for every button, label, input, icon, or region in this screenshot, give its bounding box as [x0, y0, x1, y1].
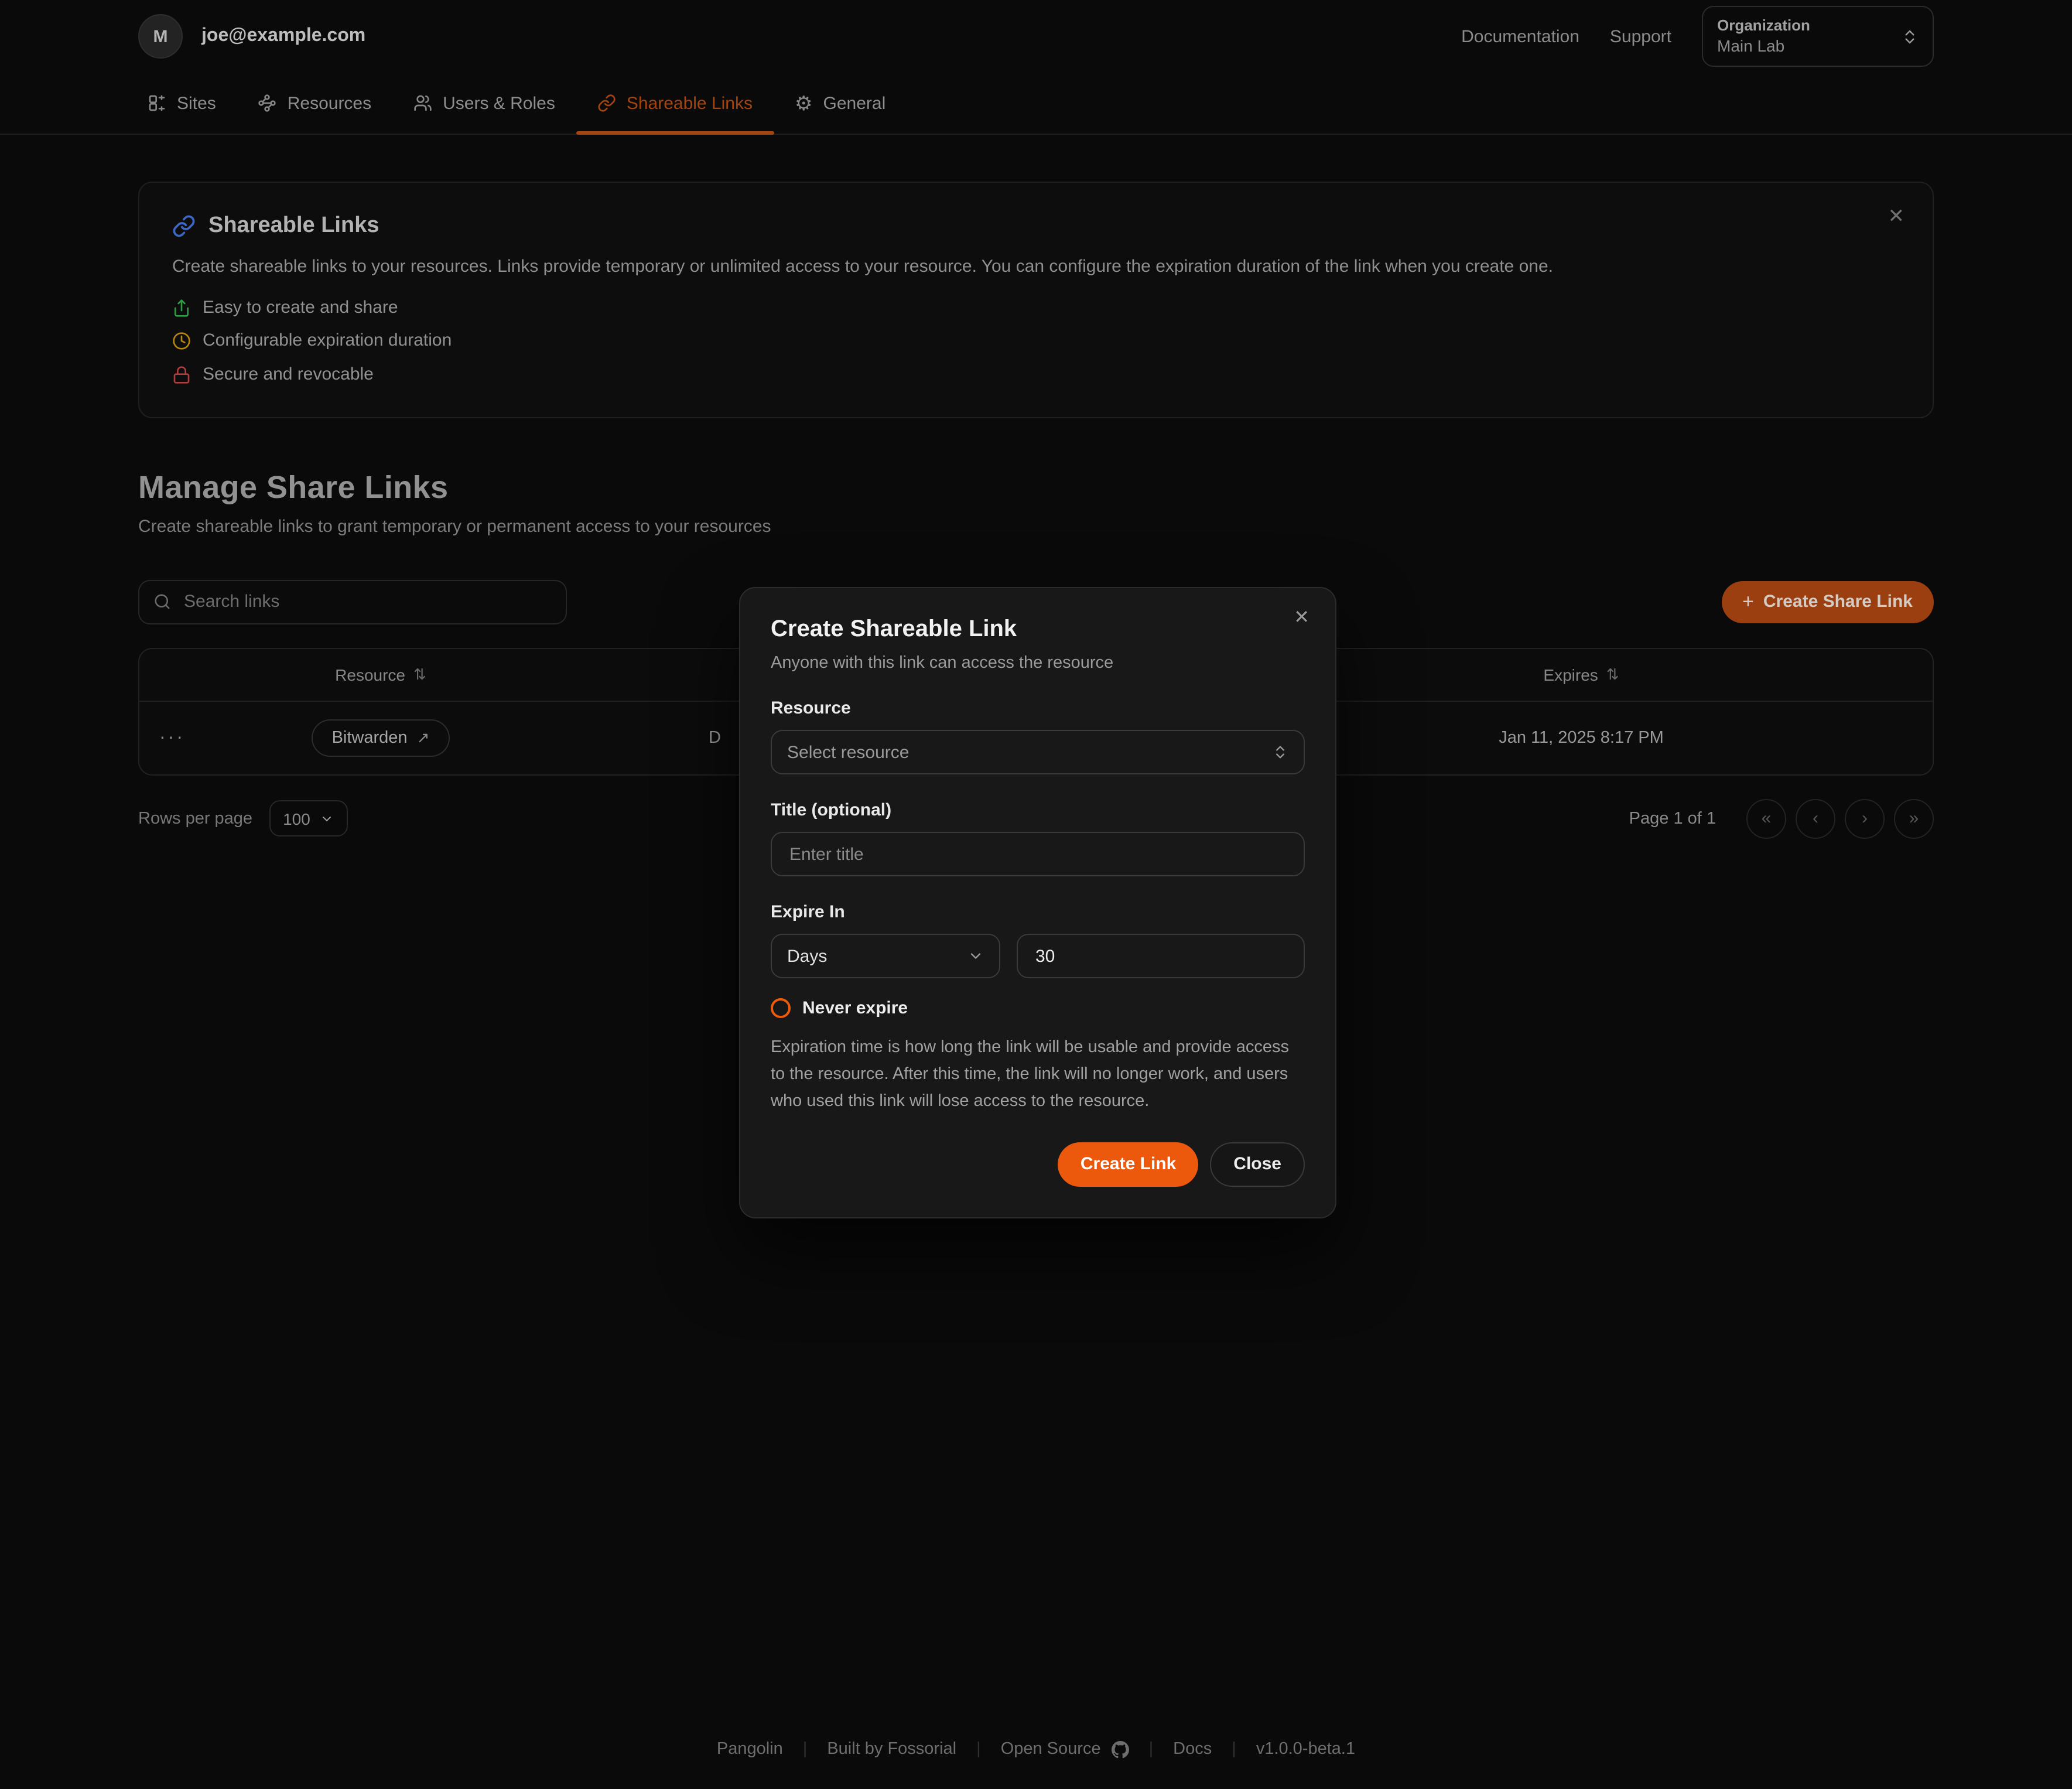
title-input[interactable] [787, 843, 1288, 865]
prev-page-button[interactable]: ‹ [1796, 799, 1835, 839]
first-page-button[interactable]: « [1746, 799, 1786, 839]
page-info: Page 1 of 1 [1629, 810, 1716, 828]
grid-icon [148, 94, 166, 112]
tab-sites[interactable]: Sites [126, 73, 237, 134]
row-menu-button[interactable]: ··· [139, 728, 205, 749]
sort-icon: ⇅ [1606, 665, 1619, 684]
top-header: M joe@example.com Documentation Support … [0, 0, 2072, 73]
expire-in-label: Expire In [771, 902, 1305, 922]
feature-item: Configurable expiration duration [172, 330, 1900, 354]
shareable-links-banner: Shareable Links Create shareable links t… [138, 182, 1934, 418]
org-picker[interactable]: Organization Main Lab [1702, 6, 1934, 67]
dialog-subtitle: Anyone with this link can access the res… [771, 654, 1305, 672]
lock-icon [172, 365, 191, 384]
feature-label: Secure and revocable [203, 363, 374, 387]
tab-users-roles[interactable]: Users & Roles [392, 73, 576, 134]
tab-label: General [823, 93, 886, 113]
gear-icon: ⚙ [795, 93, 813, 113]
user-email: joe@example.com [201, 26, 365, 47]
feature-label: Configurable expiration duration [203, 330, 452, 354]
tab-general[interactable]: ⚙ General [774, 73, 907, 134]
org-picker-label: Organization [1717, 15, 1901, 36]
close-button[interactable]: Close [1210, 1142, 1305, 1186]
rows-per-page-label: Rows per page [138, 810, 252, 828]
resource-link-button[interactable]: Bitwarden ↗ [312, 719, 450, 757]
feature-item: Easy to create and share [172, 296, 1900, 320]
tab-resources[interactable]: Resources [237, 73, 392, 134]
chevrons-up-down-icon [1272, 744, 1288, 760]
chevron-down-icon [967, 948, 984, 964]
github-icon [1112, 1740, 1129, 1758]
last-page-button[interactable]: » [1894, 799, 1934, 839]
create-share-link-button[interactable]: + Create Share Link [1721, 581, 1934, 623]
resource-select[interactable]: Select resource [771, 730, 1305, 774]
expire-unit-select[interactable]: Days [771, 934, 1000, 978]
app-root: M joe@example.com Documentation Support … [0, 0, 2072, 1789]
search-icon [153, 593, 171, 611]
tab-label: Shareable Links [627, 93, 753, 113]
banner-title: Shareable Links [208, 213, 379, 239]
org-picker-value: Main Lab [1717, 36, 1901, 58]
nav-documentation[interactable]: Documentation [1461, 26, 1579, 46]
expiration-help-text: Expiration time is how long the link wil… [771, 1035, 1305, 1116]
search-input[interactable] [182, 591, 552, 613]
nav-support[interactable]: Support [1610, 26, 1671, 46]
avatar[interactable]: M [138, 14, 183, 59]
rows-per-page-select[interactable]: 100 [269, 801, 348, 837]
radio-icon[interactable] [771, 998, 791, 1018]
feature-item: Secure and revocable [172, 363, 1900, 387]
banner-description: Create shareable links to your resources… [172, 254, 1900, 279]
waypoints-icon [258, 94, 277, 112]
feature-label: Easy to create and share [203, 296, 398, 320]
expire-value-input[interactable] [1033, 945, 1288, 967]
next-page-button[interactable]: › [1845, 799, 1885, 839]
chevrons-up-down-icon [1901, 28, 1919, 45]
tab-shareable-links[interactable]: Shareable Links [576, 73, 774, 134]
footer-built-by[interactable]: Built by Fossorial [827, 1740, 956, 1759]
search-links-field[interactable] [138, 580, 567, 624]
create-shareable-link-dialog: ✕ Create Shareable Link Anyone with this… [739, 587, 1336, 1218]
title-label: Title (optional) [771, 800, 1305, 820]
close-icon[interactable]: ✕ [1294, 609, 1309, 628]
tab-bar: Sites Resources Users & Roles Shareable … [0, 73, 2072, 135]
column-header-expires[interactable]: Expires⇅ [1370, 665, 1792, 684]
plus-icon: + [1742, 592, 1754, 612]
row-expires-cell: Jan 11, 2025 8:17 PM [1370, 729, 1792, 747]
footer-docs[interactable]: Docs [1173, 1740, 1212, 1759]
chevron-down-icon [320, 812, 334, 826]
footer-open-source[interactable]: Open Source [1001, 1740, 1129, 1759]
never-expire-option[interactable]: Never expire [771, 998, 1305, 1018]
resource-label: Resource [771, 698, 1305, 718]
link-icon [172, 214, 196, 238]
page-subtitle: Create shareable links to grant temporar… [138, 517, 1934, 537]
app-footer: Pangolin | Built by Fossorial | Open Sou… [0, 1740, 2072, 1759]
avatar-initial: M [153, 26, 168, 46]
link-icon [597, 94, 616, 112]
dialog-title: Create Shareable Link [771, 616, 1305, 643]
column-header-resource[interactable]: Resource⇅ [205, 665, 556, 684]
share-icon [172, 299, 191, 317]
tab-label: Sites [177, 93, 216, 113]
clock-icon [172, 332, 191, 351]
tab-label: Users & Roles [443, 93, 555, 113]
sort-icon: ⇅ [413, 665, 426, 684]
arrow-up-right-icon: ↗ [417, 729, 430, 747]
create-link-button[interactable]: Create Link [1058, 1142, 1198, 1186]
never-expire-label: Never expire [802, 998, 908, 1018]
users-icon [413, 94, 432, 112]
close-icon[interactable]: ✕ [1888, 206, 1905, 226]
tab-label: Resources [288, 93, 371, 113]
page-title: Manage Share Links [138, 470, 1934, 506]
footer-pangolin[interactable]: Pangolin [717, 1740, 783, 1759]
footer-version: v1.0.0-beta.1 [1256, 1740, 1355, 1759]
